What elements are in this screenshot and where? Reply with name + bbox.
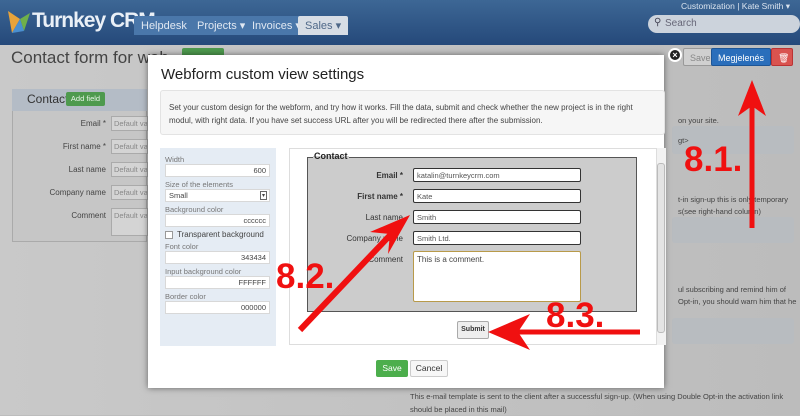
annotation-8-3: 8.3. — [546, 296, 605, 335]
annotation-8-1: 8.1. — [684, 140, 743, 179]
annotation-8-2: 8.2. — [276, 257, 335, 296]
annotation-arrows — [297, 80, 766, 350]
